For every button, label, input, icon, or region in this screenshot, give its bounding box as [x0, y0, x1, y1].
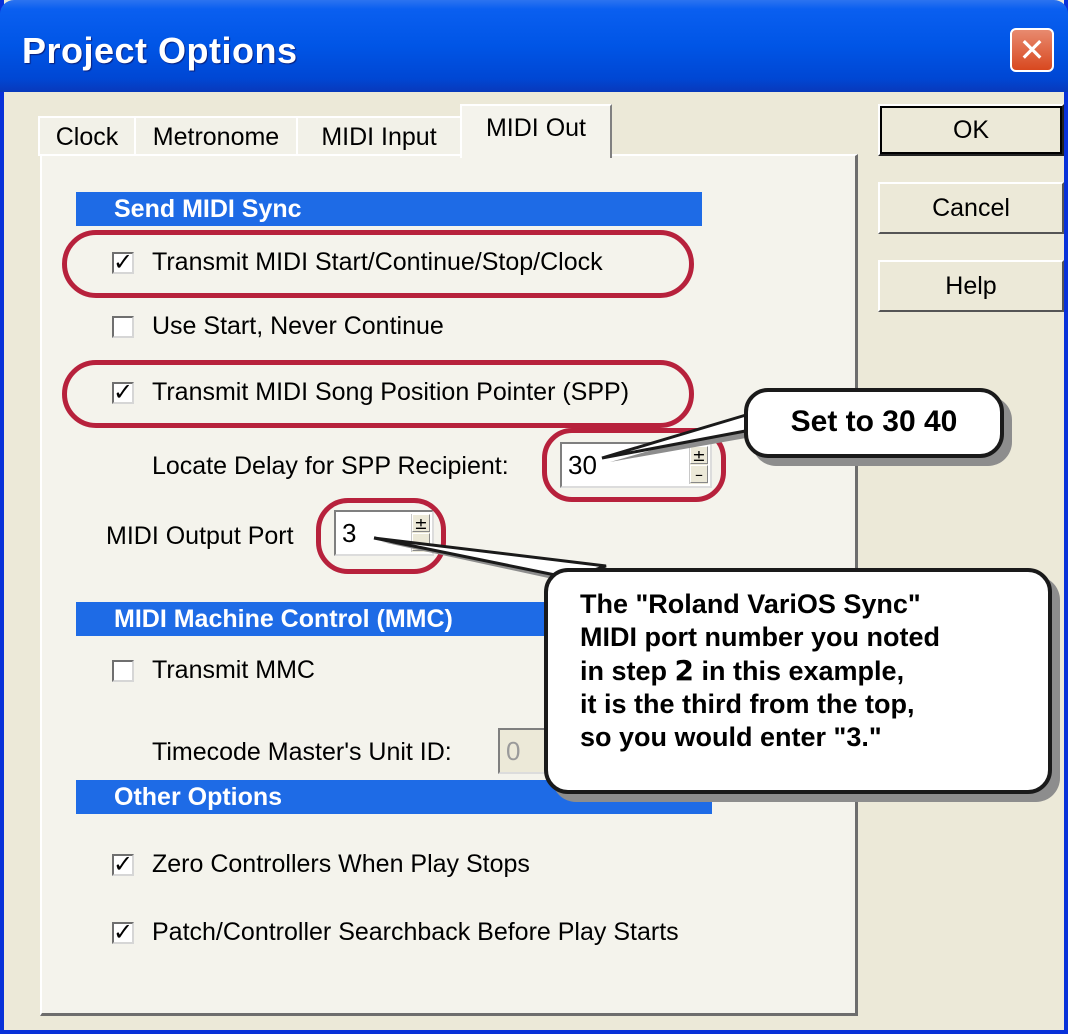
- highlight-transmit-spp: [62, 360, 694, 428]
- checkmark-icon: ✓: [113, 850, 134, 878]
- title-bar[interactable]: Project Options ✕: [0, 0, 1068, 92]
- checkbox-searchback[interactable]: ✓: [112, 918, 134, 946]
- checkbox-use-start[interactable]: [112, 316, 134, 338]
- callout-text: in step: [580, 656, 675, 686]
- callout-line: in step 2 in this example,: [580, 654, 1048, 688]
- step-number: 2: [674, 654, 694, 687]
- cancel-button[interactable]: Cancel: [878, 182, 1064, 234]
- close-x-icon: ✕: [1018, 31, 1046, 69]
- tab-label: MIDI Out: [485, 114, 586, 142]
- label-transmit-mmc: Transmit MMC: [152, 656, 315, 684]
- tab-midi-input[interactable]: MIDI Input: [296, 116, 462, 156]
- ok-button[interactable]: OK: [878, 104, 1064, 156]
- project-options-dialog: Project Options ✕ Clock Metronome MIDI I…: [0, 0, 1068, 1034]
- highlight-output-port: [316, 498, 446, 574]
- label-use-start: Use Start, Never Continue: [152, 312, 444, 340]
- callout-set-to: Set to 30 40: [744, 388, 1004, 458]
- label-searchback: Patch/Controller Searchback Before Play …: [152, 918, 679, 946]
- highlight-locate-delay: [542, 428, 726, 502]
- unit-id-value: 0: [506, 736, 521, 766]
- callout-line: it is the third from the top,: [580, 689, 915, 719]
- tab-clock[interactable]: Clock: [38, 116, 136, 156]
- section-heading-send-midi-sync: Send MIDI Sync: [76, 192, 702, 226]
- callout-line: MIDI port number you noted: [580, 622, 940, 652]
- callout-line: The "Roland VariOS Sync": [580, 589, 921, 619]
- close-button[interactable]: ✕: [1010, 28, 1054, 72]
- window-title: Project Options: [22, 30, 298, 71]
- callout-port-explanation: The "Roland VariOS Sync" MIDI port numbe…: [544, 568, 1052, 794]
- checkmark-icon: ✓: [113, 918, 134, 946]
- tab-midi-out[interactable]: MIDI Out: [460, 104, 612, 158]
- callout-line: so you would enter "3.": [580, 722, 882, 752]
- highlight-transmit-start: [62, 230, 694, 298]
- tab-label: Metronome: [152, 123, 280, 151]
- tab-label: Clock: [55, 123, 119, 151]
- callout-text: in this example,: [694, 656, 905, 686]
- label-output-port: MIDI Output Port: [106, 522, 294, 550]
- label-unit-id: Timecode Master's Unit ID:: [152, 738, 452, 766]
- label-zero-controllers: Zero Controllers When Play Stops: [152, 850, 530, 878]
- tab-label: MIDI Input: [321, 123, 437, 151]
- label-locate-delay: Locate Delay for SPP Recipient:: [152, 452, 509, 480]
- checkbox-transmit-mmc[interactable]: [112, 660, 134, 682]
- checkbox-zero-controllers[interactable]: ✓: [112, 850, 134, 878]
- tab-metronome[interactable]: Metronome: [134, 116, 298, 156]
- help-button[interactable]: Help: [878, 260, 1064, 312]
